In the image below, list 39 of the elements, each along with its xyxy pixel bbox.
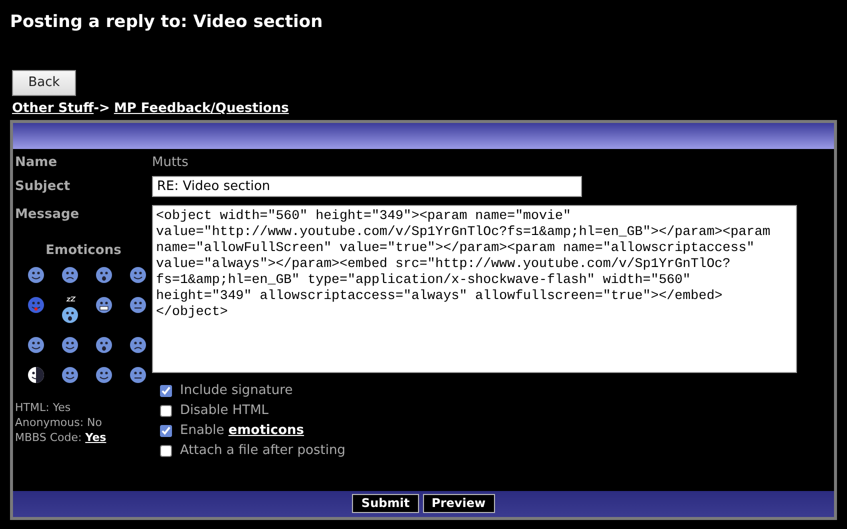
back-button[interactable]: Back: [12, 70, 76, 96]
option-label: Disable HTML: [180, 402, 269, 420]
form-button[interactable]: Preview: [422, 494, 495, 513]
option-label: Enable emoticons: [180, 422, 304, 440]
info-label: MBBS Code:: [15, 431, 83, 444]
subject-field[interactable]: RE: Video section: [152, 176, 582, 197]
emoticons-heading: Emoticons: [46, 242, 122, 258]
field-label: Subject: [15, 178, 70, 194]
option-label: Include signature: [180, 382, 293, 400]
emoticon-icon[interactable]: [129, 266, 147, 284]
emoticons-link[interactable]: emoticons: [228, 423, 304, 438]
emoticon-icon[interactable]: [61, 366, 79, 384]
info-label: Anonymous: No: [15, 416, 102, 429]
info-label: HTML: Yes: [15, 401, 71, 414]
checkbox[interactable]: [160, 385, 172, 397]
emoticon-icon[interactable]: [95, 336, 113, 354]
emoticon-icon[interactable]: [61, 336, 79, 354]
checkbox[interactable]: [160, 445, 172, 457]
breadcrumb-link[interactable]: Other Stuff: [12, 99, 94, 118]
info-link[interactable]: Yes: [85, 431, 106, 444]
emoticon-icon[interactable]: [129, 336, 147, 354]
form-button[interactable]: Submit: [352, 494, 419, 513]
checkbox[interactable]: [160, 425, 172, 437]
option-label: Attach a file after posting: [180, 442, 346, 460]
emoticon-icon[interactable]: [61, 266, 79, 284]
emoticon-icon[interactable]: [95, 266, 113, 284]
message-field[interactable]: <object width="560" height="349"><param name="movie" value="http://www.youtube.com/v/Sp1YrGnTlOc?fs=1&amp;hl=en_GB"></param><param name="allowFullScreen" value="true"></param><param name="allowscriptaccess" value="always"></param><embed src="http://www.youtube.com/v/Sp1YrGnTlOc?fs=1&amp;hl=en_GB" type="application/x-shockwave-flash" width="560" height="349" allowscriptaccess="always" allowfullscreen="true"></embed></object>: [152, 205, 797, 373]
field-label: Message: [15, 207, 80, 222]
emoticon-icon[interactable]: [95, 366, 113, 384]
emoticon-icon[interactable]: [27, 366, 45, 384]
emoticon-icon[interactable]: [129, 366, 147, 384]
breadcrumb-link[interactable]: MP Feedback/Questions: [114, 99, 289, 118]
name-value: Mutts: [152, 154, 188, 172]
emoticon-icon[interactable]: [27, 266, 45, 284]
emoticon-icon[interactable]: [27, 336, 45, 354]
page-title: Posting a reply to: Video section: [10, 11, 324, 34]
checkbox[interactable]: [160, 405, 172, 417]
breadcrumb-separator: ->: [94, 100, 110, 118]
field-label: Name: [15, 154, 58, 170]
